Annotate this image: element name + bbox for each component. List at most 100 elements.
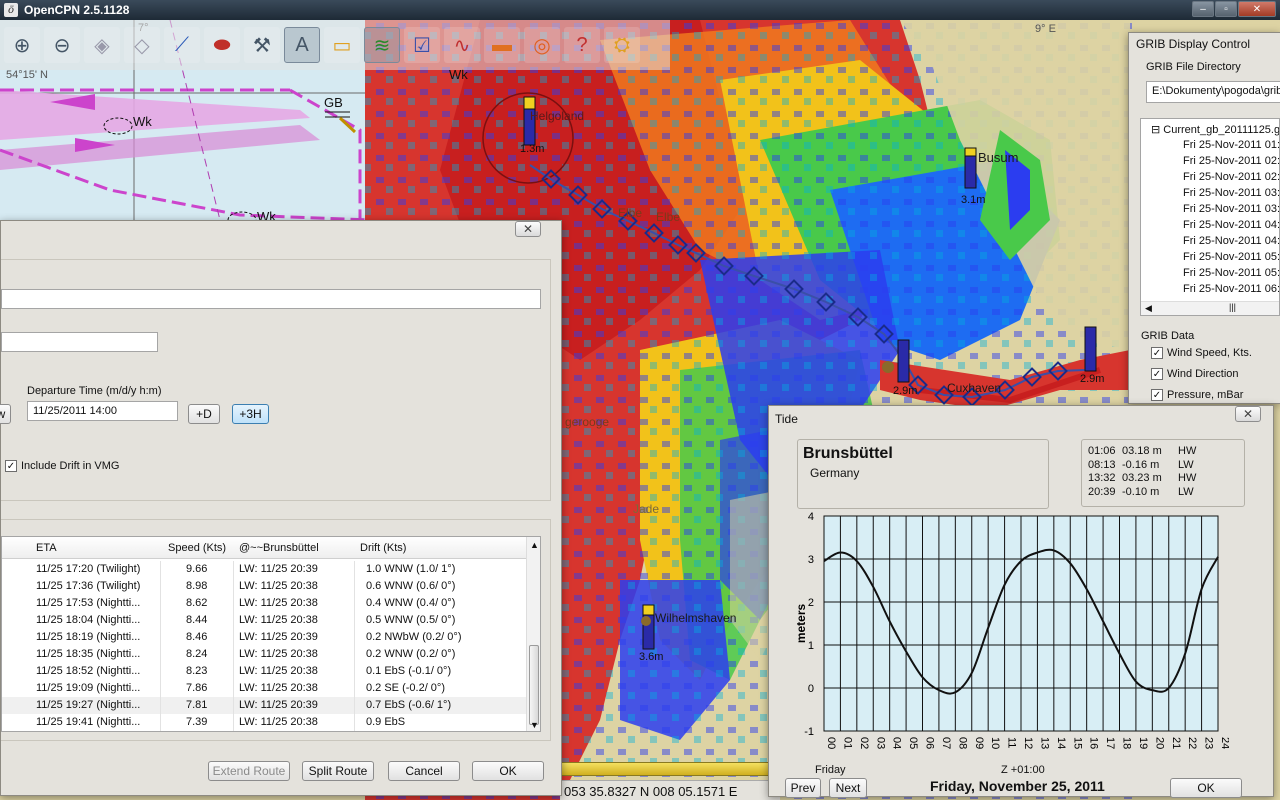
scroll-thumb[interactable]: [529, 645, 539, 725]
col-tide[interactable]: @~~Brunsbüttel: [239, 542, 319, 554]
route-start-field[interactable]: [1, 332, 158, 352]
x-tick-label: 00: [825, 737, 837, 749]
grib-file-item[interactable]: Fri 25-Nov-2011 05:: [1183, 251, 1279, 263]
grib-file-item[interactable]: Fri 25-Nov-2011 06:: [1183, 283, 1279, 295]
grib-file-item[interactable]: Fri 25-Nov-2011 04:: [1183, 235, 1279, 247]
table-row[interactable]: 11/25 18:19 (Nightti... 8.46 LW: 11/25 20:…: [2, 629, 528, 646]
grib-icon[interactable]: ⛭: [604, 27, 640, 63]
cell-eta: 11/25 19:09 (Nightti...: [36, 682, 141, 694]
tide-close-button[interactable]: ✕: [1235, 406, 1261, 422]
cell-tide: LW: 11/25 20:39: [239, 699, 318, 711]
table-row[interactable]: 11/25 19:27 (Nightti... 7.81 LW: 11/25 20:…: [2, 697, 528, 714]
table-row[interactable]: 11/25 17:53 (Nightti... 8.62 LW: 11/25 20:…: [2, 595, 528, 612]
chart-quilt-icon[interactable]: ▭: [324, 27, 360, 63]
wind-speed-label: Wind Speed, Kts.: [1167, 347, 1252, 359]
current-icon[interactable]: ☑: [404, 27, 440, 63]
x-tick-label: 10: [989, 737, 1001, 749]
check-icon: ✓: [5, 460, 17, 473]
scale-out-icon[interactable]: ◇: [124, 27, 160, 63]
table-header: ETA Speed (Kts) @~~Brunsbüttel Drift (Kt…: [2, 537, 528, 559]
tide-chart: 4 3 2 1 0 -1 00 01 02 03 04 05 06 07 08 09 10 11 12 13 14 15 1…: [789, 511, 1231, 761]
grib-file-tree[interactable]: ⊟ Current_gb_20111125.g Fri 25-Nov-2011 …: [1140, 118, 1280, 316]
route-dialog-close-button[interactable]: ✕: [515, 221, 541, 237]
grib-file-item[interactable]: Fri 25-Nov-2011 02:: [1183, 155, 1279, 167]
minimize-button[interactable]: –: [1192, 1, 1214, 17]
color-scheme-icon[interactable]: ▬: [484, 27, 520, 63]
maximize-button[interactable]: ▫: [1215, 1, 1237, 17]
tide-date: Friday, November 25, 2011: [930, 778, 1105, 794]
table-row[interactable]: 11/25 17:20 (Twilight) 9.66 LW: 11/25 20:3…: [2, 561, 528, 578]
prev-button[interactable]: Prev: [785, 778, 821, 798]
zoom-in-icon[interactable]: ⊕: [4, 27, 40, 63]
scroll-down-icon[interactable]: ▼: [530, 720, 539, 730]
route-name-field[interactable]: [1, 289, 541, 309]
tide-height-label: 3.1m: [961, 194, 986, 206]
grib-data-label: GRIB Data: [1141, 330, 1195, 342]
table-scrollbar[interactable]: ▲ ▼: [526, 537, 540, 731]
grib-file-item[interactable]: Fri 25-Nov-2011 03:: [1183, 187, 1279, 199]
include-drift-checkbox[interactable]: ✓ Include Drift in VMG: [5, 460, 119, 473]
grib-file-item[interactable]: Fri 25-Nov-2011 01:: [1183, 139, 1279, 151]
table-row[interactable]: 11/25 17:36 (Twilight) 8.98 LW: 11/25 20:3…: [2, 578, 528, 595]
wind-speed-checkbox[interactable]: ✓ Wind Speed, Kts.: [1151, 347, 1252, 360]
tree-hscrollbar[interactable]: ◀ |||: [1141, 301, 1279, 315]
extend-route-button[interactable]: Extend Route: [208, 761, 290, 781]
table-row[interactable]: 11/25 19:09 (Nightti... 7.86 LW: 11/25 20:…: [2, 680, 528, 697]
cell-tide: LW: 11/25 20:38: [239, 614, 318, 626]
tide-event-height: 03.23 m: [1122, 472, 1162, 484]
follow-ship-icon[interactable]: ⬬: [204, 27, 240, 63]
track-icon[interactable]: ∿: [444, 27, 480, 63]
x-tick-label: 14: [1055, 737, 1067, 749]
mob-icon[interactable]: ◎: [524, 27, 560, 63]
check-icon: ✓: [1151, 347, 1163, 360]
next-button[interactable]: Next: [829, 778, 867, 798]
latitude-label: 54°15' N: [6, 69, 48, 81]
scroll-grip-icon[interactable]: |||: [1229, 302, 1236, 312]
wind-direction-checkbox[interactable]: ✓ Wind Direction: [1151, 368, 1239, 381]
tree-root[interactable]: ⊟ Current_gb_20111125.g: [1151, 123, 1279, 136]
grib-dir-label: GRIB File Directory: [1146, 61, 1241, 73]
help-icon[interactable]: ?: [564, 27, 600, 63]
zoom-out-icon[interactable]: ⊖: [44, 27, 80, 63]
cancel-button[interactable]: Cancel: [388, 761, 460, 781]
plus-3h-button[interactable]: +3H: [232, 404, 269, 424]
text-toggle-icon[interactable]: A: [284, 27, 320, 63]
tide-event-type: LW: [1178, 485, 1194, 498]
x-tick-label: 22: [1186, 737, 1198, 749]
plus-day-button[interactable]: +D: [188, 404, 220, 424]
column-divider: [160, 663, 161, 680]
table-row[interactable]: 11/25 18:04 (Nightti... 8.44 LW: 11/25 20:…: [2, 612, 528, 629]
col-eta[interactable]: ETA: [36, 542, 57, 554]
cell-tide: LW: 11/25 20:38: [239, 597, 318, 609]
now-button[interactable]: w: [0, 404, 11, 424]
pressure-checkbox[interactable]: ✓ Pressure, mBar: [1151, 389, 1243, 402]
tide-ok-button[interactable]: OK: [1170, 778, 1242, 798]
cell-tide: LW: 11/25 20:38: [239, 580, 318, 592]
split-route-button[interactable]: Split Route: [302, 761, 374, 781]
buoy-label: GB: [324, 95, 343, 110]
grib-file-item[interactable]: Fri 25-Nov-2011 04:: [1183, 219, 1279, 231]
settings-tools-icon[interactable]: ⚒: [244, 27, 280, 63]
grib-dir-field[interactable]: E:\Dokumenty\pogoda\grib: [1146, 81, 1280, 103]
scale-in-icon[interactable]: ◈: [84, 27, 120, 63]
column-divider: [354, 646, 355, 663]
col-speed[interactable]: Speed (Kts): [168, 542, 226, 554]
table-row[interactable]: 11/25 18:35 (Nightti... 8.24 LW: 11/25 20:…: [2, 646, 528, 663]
column-divider: [354, 595, 355, 612]
col-drift[interactable]: Drift (Kts): [360, 542, 406, 554]
scroll-left-icon[interactable]: ◀: [1145, 303, 1152, 314]
table-row[interactable]: 11/25 18:52 (Nightti... 8.23 LW: 11/25 20:…: [2, 663, 528, 680]
tide-icon[interactable]: ≋: [364, 27, 400, 63]
table-row[interactable]: 11/25 19:41 (Nightti... 7.39 LW: 11/25 20:…: [2, 714, 528, 731]
scroll-up-icon[interactable]: ▲: [530, 540, 539, 550]
grib-file-item[interactable]: Fri 25-Nov-2011 02:: [1183, 171, 1279, 183]
x-tick-label: 11: [1006, 737, 1018, 748]
ok-button[interactable]: OK: [472, 761, 544, 781]
route-legs-table[interactable]: ETA Speed (Kts) @~~Brunsbüttel Drift (Kt…: [1, 536, 541, 732]
cell-eta: 11/25 18:52 (Nightti...: [36, 665, 141, 677]
grib-file-item[interactable]: Fri 25-Nov-2011 03:: [1183, 203, 1279, 215]
departure-time-input[interactable]: 11/25/2011 14:00: [27, 401, 178, 421]
close-button[interactable]: ✕: [1238, 1, 1276, 17]
grib-file-item[interactable]: Fri 25-Nov-2011 05:: [1183, 267, 1279, 279]
route-icon[interactable]: ⟋: [164, 27, 200, 63]
